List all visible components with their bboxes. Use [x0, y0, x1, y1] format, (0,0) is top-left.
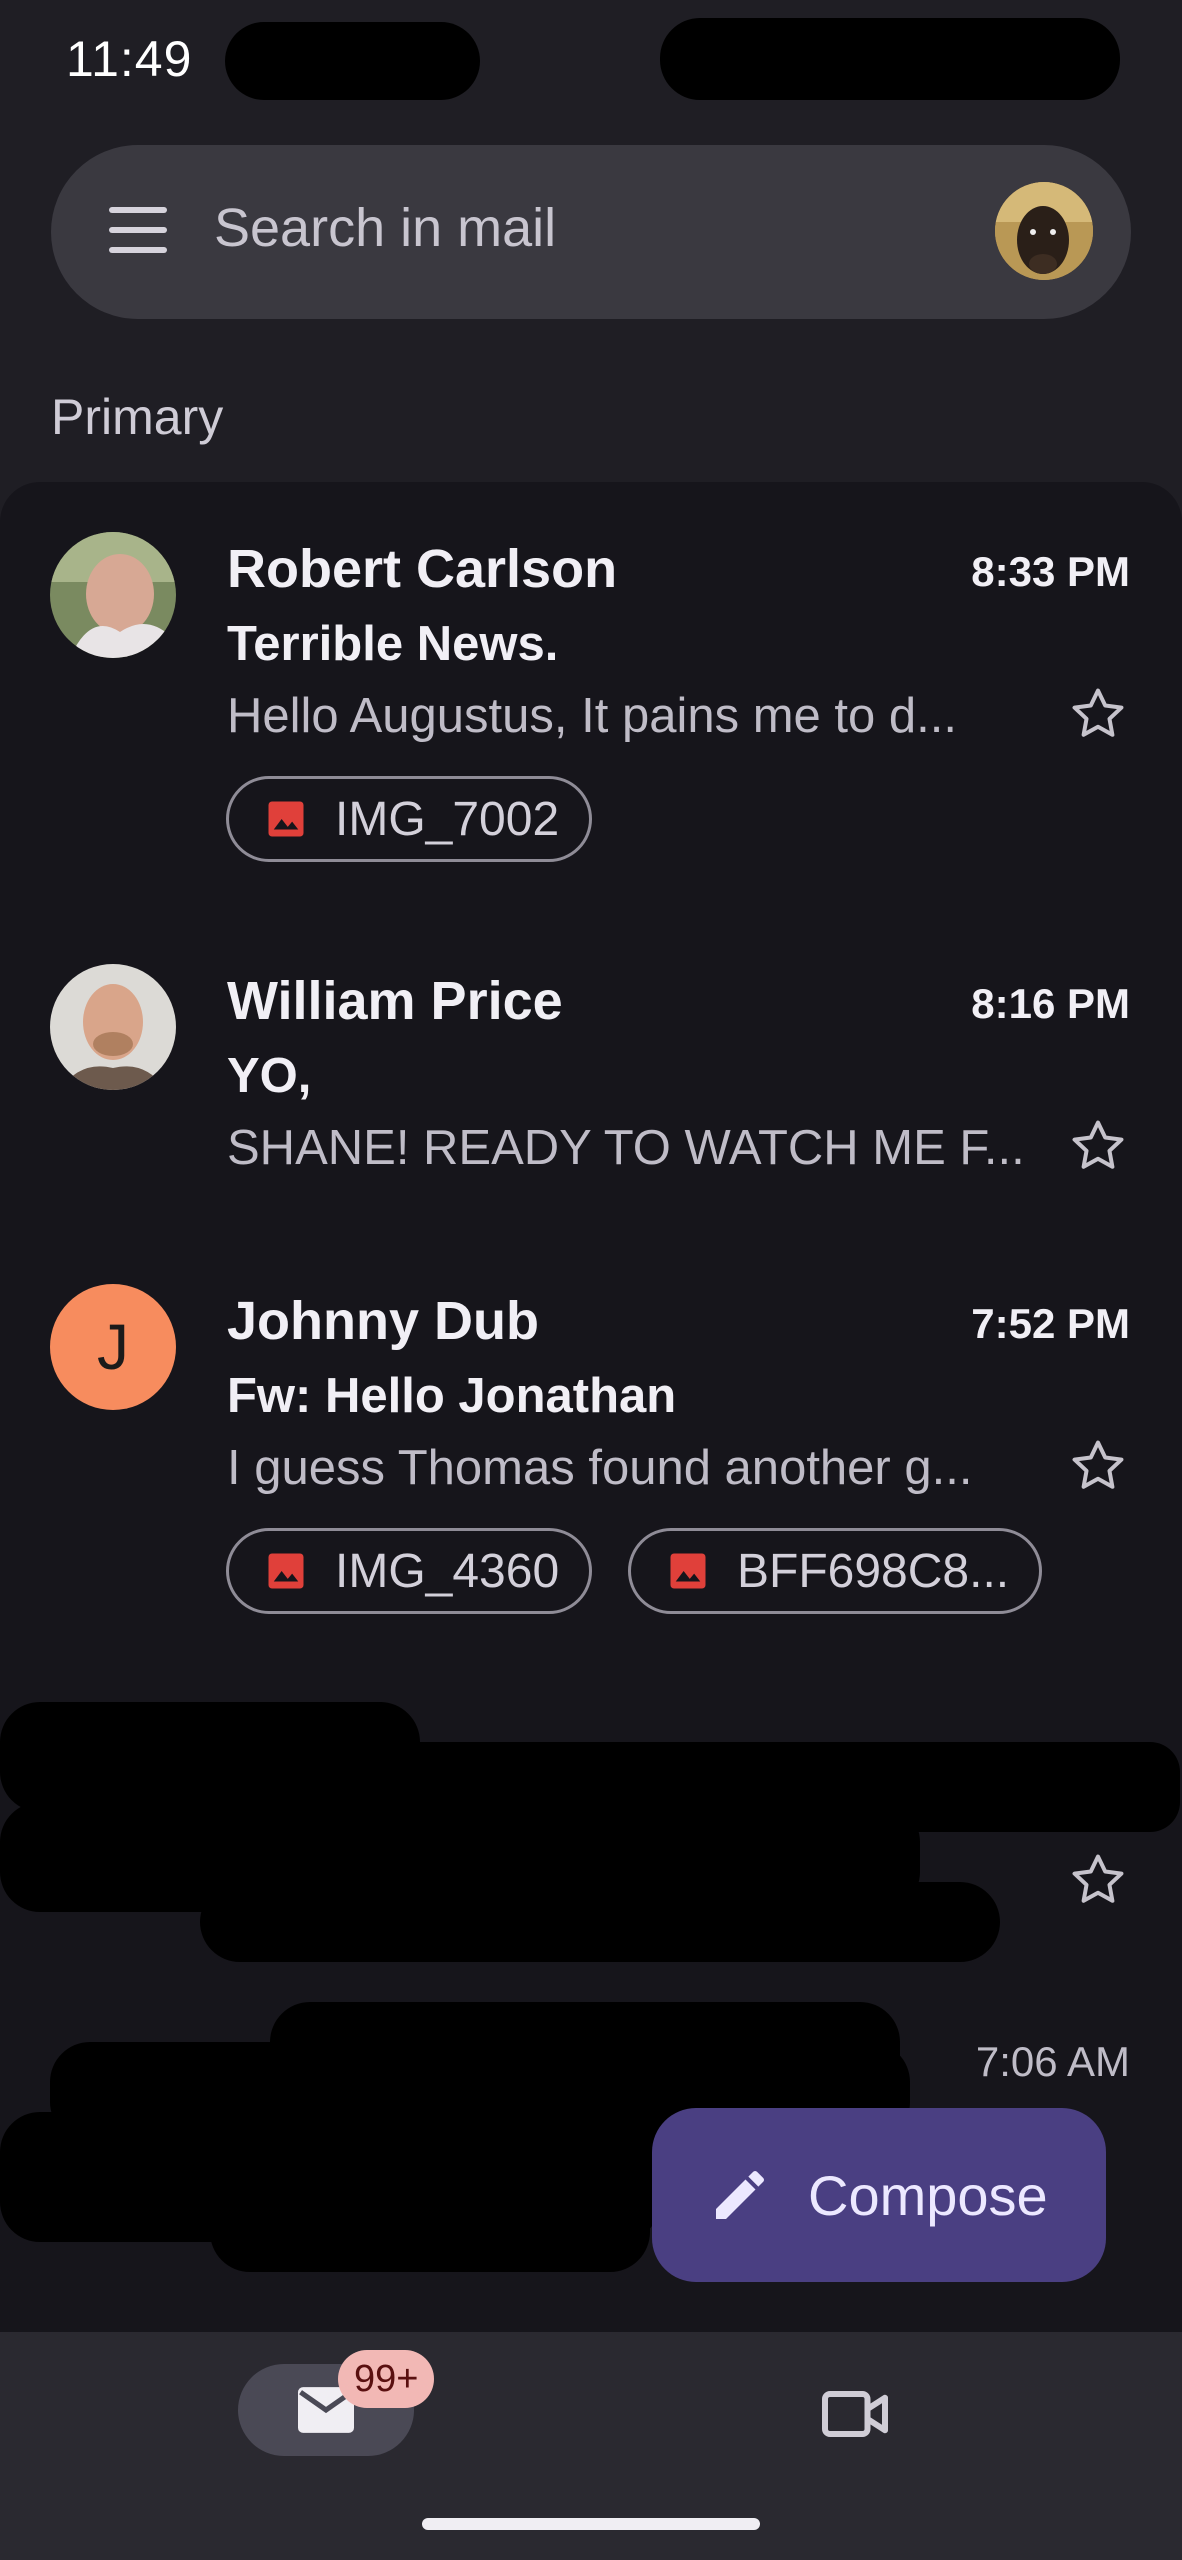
mail-snippet: I guess Thomas found another g... — [227, 1441, 973, 1495]
mail-time: 8:33 PM — [971, 548, 1130, 595]
attachment-chip[interactable]: BFF698C8... — [628, 1528, 1043, 1614]
attachment-chip[interactable]: IMG_7002 — [226, 776, 593, 862]
mail-subject: YO, — [227, 1049, 312, 1103]
section-label-primary: Primary — [51, 389, 224, 445]
mail-snippet: SHANE! READY TO WATCH ME F... — [227, 1121, 1025, 1175]
mail-item[interactable]: Robert Carlson 8:33 PM Terrible News. He… — [0, 482, 1182, 902]
mail-item[interactable]: J Johnny Dub 7:52 PM Fw: Hello Jonathan … — [0, 1234, 1182, 1654]
attachment-chip[interactable]: IMG_4360 — [226, 1528, 593, 1614]
mail-subject: Fw: Hello Jonathan — [227, 1369, 677, 1423]
star-outline-icon[interactable] — [1066, 682, 1130, 746]
home-indicator[interactable] — [422, 2518, 760, 2530]
mail-time: 7:52 PM — [971, 1300, 1130, 1347]
compose-label: Compose — [808, 2163, 1048, 2227]
redaction — [200, 1882, 1000, 1962]
mail-time: 7:06 AM — [975, 2038, 1130, 2085]
redacted-status-icons — [660, 18, 1120, 100]
mail-time: 8:16 PM — [971, 980, 1130, 1027]
attachment-name: IMG_4360 — [335, 1544, 560, 1598]
video-icon[interactable] — [820, 2384, 890, 2444]
image-icon — [268, 1553, 304, 1589]
account-avatar[interactable] — [995, 182, 1093, 280]
redaction — [210, 2182, 650, 2272]
redacted-status-info — [225, 22, 480, 100]
sender-avatar: J — [50, 1284, 176, 1410]
mail-list: Robert Carlson 8:33 PM Terrible News. He… — [0, 482, 1182, 2332]
mail-badge: 99+ — [338, 2350, 435, 2408]
star-outline-icon[interactable] — [1066, 1114, 1130, 1178]
bottom-nav: 99+ — [0, 2332, 1182, 2560]
sender-name: Robert Carlson — [227, 539, 618, 599]
mail-snippet: Hello Augustus, It pains me to d... — [227, 689, 957, 743]
sender-name: Johnny Dub — [227, 1291, 539, 1351]
sender-avatar — [50, 964, 176, 1090]
image-icon — [268, 801, 304, 837]
status-time: 11:49 — [66, 31, 193, 87]
attachment-name: IMG_7002 — [335, 792, 560, 846]
menu-icon[interactable] — [109, 207, 169, 257]
star-outline-icon[interactable] — [1066, 1848, 1130, 1912]
star-outline-icon[interactable] — [1066, 1434, 1130, 1498]
pencil-icon — [716, 2170, 765, 2219]
mail-item[interactable]: William Price 8:16 PM YO, SHANE! READY T… — [0, 914, 1182, 1234]
sender-name: William Price — [227, 971, 563, 1031]
image-icon — [670, 1553, 706, 1589]
search-input[interactable]: Search in mail — [214, 197, 556, 259]
search-bar[interactable]: Search in mail — [51, 145, 1131, 319]
attachment-name: BFF698C8... — [737, 1544, 1010, 1598]
compose-button[interactable]: Compose — [652, 2108, 1106, 2282]
status-bar: 11:49 — [0, 0, 1182, 120]
sender-avatar — [50, 532, 176, 658]
mail-subject: Terrible News. — [227, 617, 559, 671]
mail-item-redacted[interactable] — [0, 1682, 1182, 2002]
